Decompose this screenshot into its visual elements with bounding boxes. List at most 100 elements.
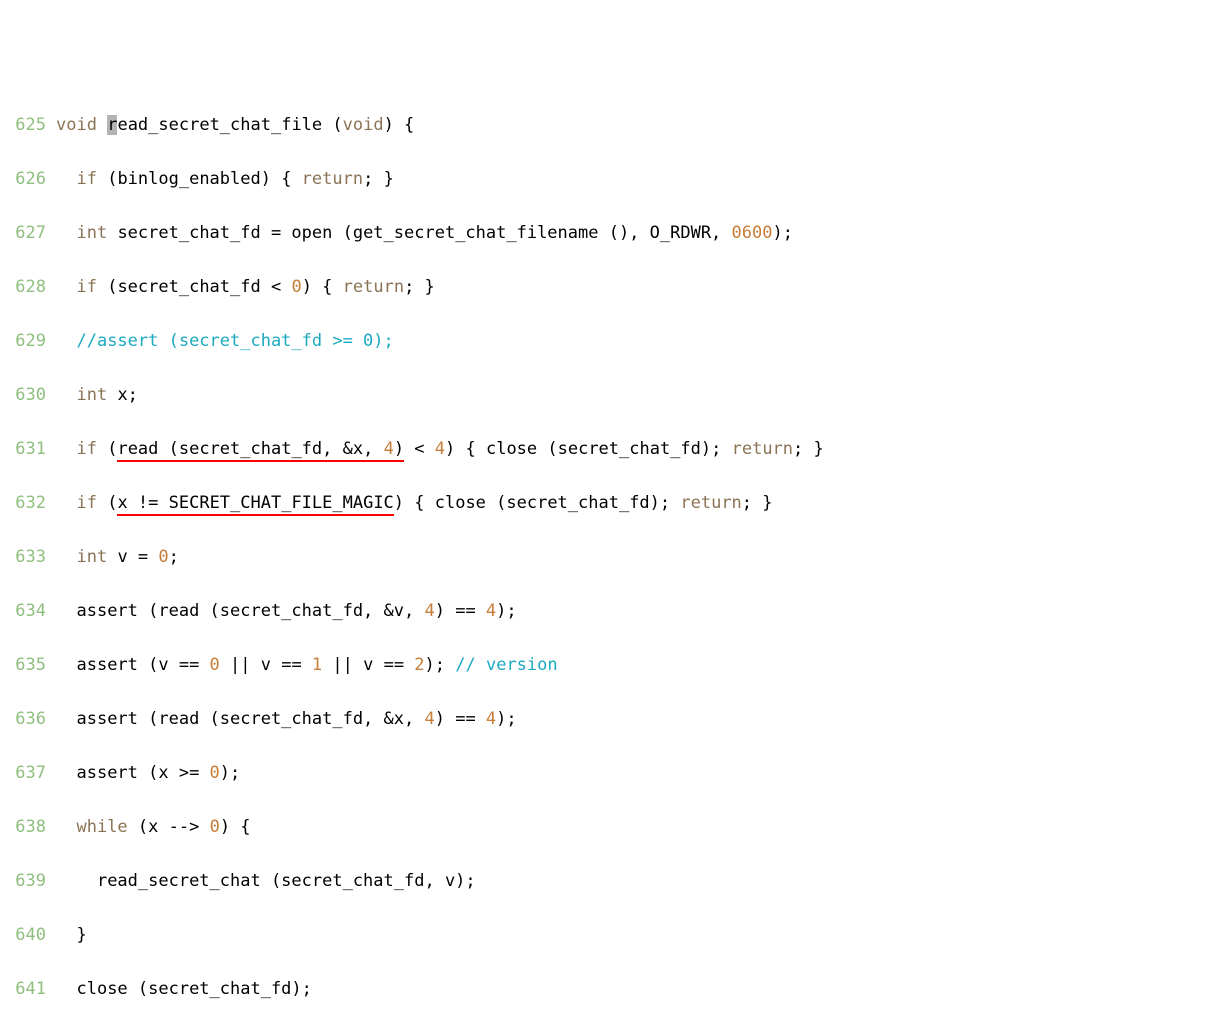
line-number: 633 bbox=[0, 544, 56, 571]
code-line-629[interactable]: 629 //assert (secret_chat_fd >= 0); bbox=[0, 328, 1206, 355]
comment: // version bbox=[455, 655, 557, 675]
code-text: read_secret_chat (secret_chat_fd, v); bbox=[97, 871, 476, 891]
code-line-625[interactable]: 625void read_secret_chat_file (void) { bbox=[0, 112, 1206, 139]
code-line-628[interactable]: 628 if (secret_chat_fd < 0) { return; } bbox=[0, 274, 1206, 301]
indent bbox=[56, 979, 76, 999]
code-line-631[interactable]: 631 if (read (secret_chat_fd, &x, 4) < 4… bbox=[0, 436, 1206, 463]
code-text: ) { close (secret_chat_fd); bbox=[445, 439, 732, 459]
comment: //assert (secret_chat_fd >= 0); bbox=[76, 331, 393, 351]
code-text: ) { bbox=[302, 277, 343, 297]
keyword-return: return bbox=[343, 277, 404, 297]
literal-number: 0600 bbox=[732, 223, 773, 243]
literal-number: 0 bbox=[158, 547, 168, 567]
code-line-635[interactable]: 635 assert (v == 0 || v == 1 || v == 2);… bbox=[0, 652, 1206, 679]
indent bbox=[56, 763, 76, 783]
keyword-return: return bbox=[732, 439, 793, 459]
code-text: close (secret_chat_fd); bbox=[76, 979, 311, 999]
code-text: (x --> bbox=[128, 817, 210, 837]
literal-number: 2 bbox=[414, 655, 424, 675]
code-text: ); bbox=[772, 223, 792, 243]
code-text: ) == bbox=[435, 601, 486, 621]
code-line-627[interactable]: 627 int secret_chat_fd = open (get_secre… bbox=[0, 220, 1206, 247]
code-line-639[interactable]: 639 read_secret_chat (secret_chat_fd, v)… bbox=[0, 868, 1206, 895]
line-number: 630 bbox=[0, 382, 56, 409]
line-number: 640 bbox=[0, 922, 56, 949]
text-cursor: r bbox=[107, 115, 117, 135]
keyword-if: if bbox=[76, 439, 96, 459]
indent bbox=[56, 385, 76, 405]
code-line-626[interactable]: 626 if (binlog_enabled) { return; } bbox=[0, 166, 1206, 193]
indent bbox=[56, 601, 76, 621]
code-line-637[interactable]: 637 assert (x >= 0); bbox=[0, 760, 1206, 787]
literal-number: 1 bbox=[312, 655, 322, 675]
code-text: assert (read (secret_chat_fd, &x, bbox=[76, 709, 424, 729]
indent bbox=[56, 709, 76, 729]
code-line-632[interactable]: 632 if (x != SECRET_CHAT_FILE_MAGIC) { c… bbox=[0, 490, 1206, 517]
line-number: 626 bbox=[0, 166, 56, 193]
code-text: ead_secret_chat_file ( bbox=[117, 115, 342, 135]
indent bbox=[56, 547, 76, 567]
line-number: 628 bbox=[0, 274, 56, 301]
code-text: ); bbox=[496, 709, 516, 729]
indent bbox=[56, 871, 97, 891]
code-text: x; bbox=[107, 385, 138, 405]
code-text: ; bbox=[169, 547, 179, 567]
code-text: ( bbox=[97, 493, 117, 513]
line-number: 629 bbox=[0, 328, 56, 355]
keyword-int: int bbox=[76, 385, 107, 405]
underlined-code: x != SECRET_CHAT_FILE_MAGIC bbox=[117, 493, 393, 513]
indent bbox=[56, 493, 76, 513]
code-line-640[interactable]: 640 } bbox=[0, 922, 1206, 949]
indent bbox=[56, 331, 76, 351]
code-text: ) { close (secret_chat_fd); bbox=[394, 493, 681, 513]
literal-number: 0 bbox=[291, 277, 301, 297]
literal-number: 4 bbox=[486, 601, 496, 621]
code-line-636[interactable]: 636 assert (read (secret_chat_fd, &x, 4)… bbox=[0, 706, 1206, 733]
literal-number: 4 bbox=[486, 709, 496, 729]
keyword-void: void bbox=[343, 115, 384, 135]
code-text: ) == bbox=[435, 709, 486, 729]
code-text: } bbox=[76, 925, 86, 945]
code-line-634[interactable]: 634 assert (read (secret_chat_fd, &v, 4)… bbox=[0, 598, 1206, 625]
code-text: assert (read (secret_chat_fd, &v, bbox=[76, 601, 424, 621]
literal-number: 0 bbox=[210, 763, 220, 783]
code-text: ) { bbox=[384, 115, 415, 135]
code-text: ; } bbox=[363, 169, 394, 189]
code-line-641[interactable]: 641 close (secret_chat_fd); bbox=[0, 976, 1206, 1003]
keyword-while: while bbox=[76, 817, 127, 837]
code-text: (binlog_enabled) { bbox=[97, 169, 302, 189]
code-text: (secret_chat_fd < bbox=[97, 277, 291, 297]
code-text: ) bbox=[394, 439, 404, 459]
literal-number: 4 bbox=[424, 601, 434, 621]
literal-number: 0 bbox=[210, 817, 220, 837]
code-text: x != SECRET_CHAT_FILE_MAGIC bbox=[117, 493, 393, 513]
line-number: 637 bbox=[0, 760, 56, 787]
code-line-638[interactable]: 638 while (x --> 0) { bbox=[0, 814, 1206, 841]
literal-number: 4 bbox=[435, 439, 445, 459]
literal-number: 4 bbox=[384, 439, 394, 459]
indent bbox=[56, 655, 76, 675]
code-text: ); bbox=[496, 601, 516, 621]
code-text: ); bbox=[425, 655, 456, 675]
code-text: ( bbox=[97, 439, 117, 459]
indent bbox=[56, 169, 76, 189]
indent bbox=[56, 223, 76, 243]
indent bbox=[56, 817, 76, 837]
code-text: ; } bbox=[404, 277, 435, 297]
code-text: || v == bbox=[322, 655, 414, 675]
code-text: ) { bbox=[220, 817, 251, 837]
code-line-630[interactable]: 630 int x; bbox=[0, 382, 1206, 409]
keyword-if: if bbox=[76, 277, 96, 297]
code-text: || v == bbox=[220, 655, 312, 675]
keyword-int: int bbox=[76, 223, 107, 243]
indent bbox=[56, 439, 76, 459]
code-text: ); bbox=[220, 763, 240, 783]
code-text: ; } bbox=[793, 439, 824, 459]
underlined-code: read (secret_chat_fd, &x, 4) bbox=[117, 439, 404, 459]
line-number: 632 bbox=[0, 490, 56, 517]
code-line-633[interactable]: 633 int v = 0; bbox=[0, 544, 1206, 571]
line-number: 641 bbox=[0, 976, 56, 1003]
line-number: 636 bbox=[0, 706, 56, 733]
code-text: secret_chat_fd = open (get_secret_chat_f… bbox=[107, 223, 731, 243]
indent bbox=[56, 277, 76, 297]
